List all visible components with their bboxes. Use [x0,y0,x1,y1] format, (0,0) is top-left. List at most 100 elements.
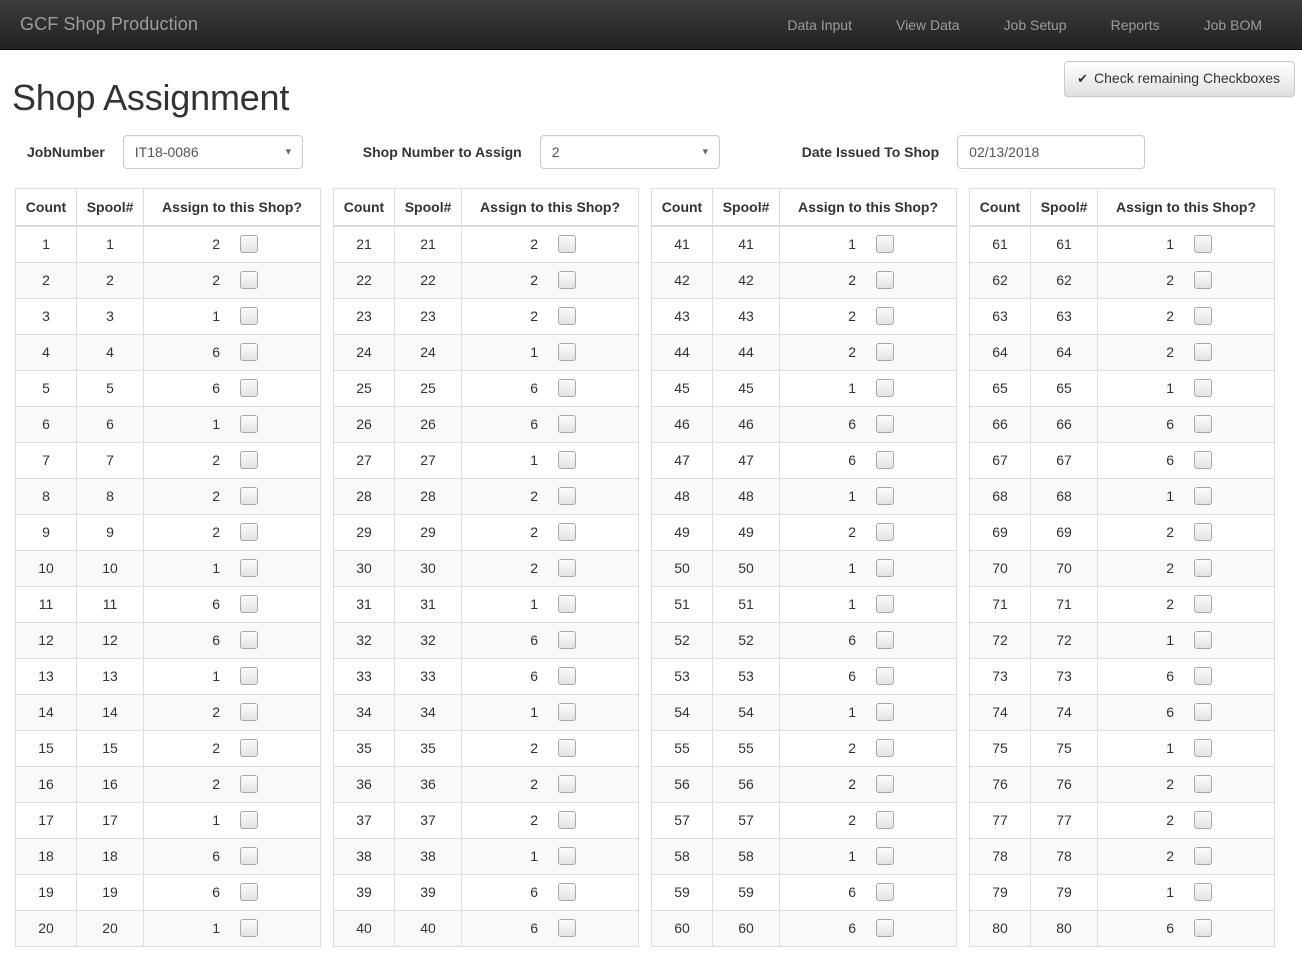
assign-checkbox[interactable] [240,415,258,433]
assign-checkbox[interactable] [240,343,258,361]
assign-checkbox[interactable] [1194,631,1212,649]
assign-checkbox[interactable] [876,235,894,253]
assign-cell-content: 2 [468,271,632,289]
shop-number-select[interactable]: 2 ▼ [540,135,720,169]
assign-checkbox[interactable] [1194,703,1212,721]
assign-checkbox[interactable] [558,667,576,685]
assign-checkbox[interactable] [1194,919,1212,937]
nav-link-reports[interactable]: Reports [1089,0,1182,50]
table-row: 23232 [334,298,639,334]
nav-link-job-setup[interactable]: Job Setup [982,0,1089,50]
assign-checkbox[interactable] [558,451,576,469]
assign-checkbox[interactable] [558,775,576,793]
assign-checkbox[interactable] [558,919,576,937]
nav-link-job-bom[interactable]: Job BOM [1182,0,1284,50]
assign-checkbox[interactable] [558,739,576,757]
assign-checkbox[interactable] [876,739,894,757]
nav-link-data-input[interactable]: Data Input [765,0,874,50]
assign-checkbox[interactable] [240,631,258,649]
assign-checkbox[interactable] [876,847,894,865]
assign-checkbox[interactable] [1194,775,1212,793]
assign-checkbox[interactable] [876,451,894,469]
assign-checkbox[interactable] [558,631,576,649]
assign-checkbox[interactable] [240,739,258,757]
assign-checkbox[interactable] [1194,739,1212,757]
assign-checkbox[interactable] [876,667,894,685]
assign-checkbox[interactable] [240,595,258,613]
assign-checkbox[interactable] [876,703,894,721]
assign-checkbox[interactable] [1194,487,1212,505]
assign-checkbox[interactable] [1194,271,1212,289]
assign-checkbox[interactable] [240,451,258,469]
assign-checkbox[interactable] [240,523,258,541]
brand-title[interactable]: GCF Shop Production [14,14,204,35]
assign-checkbox[interactable] [876,883,894,901]
assign-checkbox[interactable] [558,235,576,253]
assign-checkbox[interactable] [240,811,258,829]
assign-checkbox[interactable] [558,847,576,865]
assign-checkbox[interactable] [240,559,258,577]
assign-checkbox[interactable] [876,307,894,325]
assign-checkbox[interactable] [1194,415,1212,433]
assign-checkbox[interactable] [1194,307,1212,325]
assign-checkbox[interactable] [1194,523,1212,541]
cell-count: 3 [16,298,77,334]
assign-checkbox[interactable] [1194,595,1212,613]
assign-checkbox[interactable] [240,775,258,793]
assign-checkbox[interactable] [1194,451,1212,469]
assign-checkbox[interactable] [876,487,894,505]
job-number-select[interactable]: IT18-0086 ▼ [123,135,303,169]
assign-checkbox[interactable] [1194,343,1212,361]
assign-checkbox[interactable] [876,811,894,829]
assign-checkbox[interactable] [876,523,894,541]
assign-checkbox[interactable] [558,811,576,829]
assign-checkbox[interactable] [240,667,258,685]
assign-checkbox[interactable] [876,559,894,577]
assign-checkbox[interactable] [558,559,576,577]
assign-checkbox[interactable] [1194,847,1212,865]
assign-cell-content: 2 [786,775,950,793]
date-issued-input[interactable] [957,135,1145,169]
assign-checkbox[interactable] [240,919,258,937]
assign-checkbox[interactable] [876,379,894,397]
assign-checkbox[interactable] [876,343,894,361]
assign-checkbox[interactable] [876,595,894,613]
cell-spool: 74 [1031,694,1098,730]
assign-checkbox[interactable] [558,271,576,289]
assign-checkbox[interactable] [558,487,576,505]
assign-checkbox[interactable] [1194,883,1212,901]
table-row: 67676 [970,442,1275,478]
assign-checkbox[interactable] [240,307,258,325]
assign-checkbox[interactable] [876,631,894,649]
check-remaining-checkboxes-button[interactable]: ✔Check remaining Checkboxes [1064,61,1295,97]
assign-checkbox[interactable] [558,523,576,541]
assign-checkbox[interactable] [240,235,258,253]
cell-count: 65 [970,370,1031,406]
assign-checkbox[interactable] [876,775,894,793]
assign-checkbox[interactable] [240,883,258,901]
assign-checkbox[interactable] [240,271,258,289]
table-row: 61611 [970,226,1275,262]
assign-checkbox[interactable] [876,919,894,937]
assign-checkbox[interactable] [240,847,258,865]
assign-checkbox[interactable] [1194,811,1212,829]
assign-checkbox[interactable] [558,307,576,325]
table-row: 13131 [16,658,321,694]
assign-checkbox[interactable] [876,415,894,433]
assign-checkbox[interactable] [1194,559,1212,577]
assign-checkbox[interactable] [1194,235,1212,253]
column-header-count: Count [334,189,395,227]
assign-checkbox[interactable] [1194,379,1212,397]
assign-checkbox[interactable] [558,883,576,901]
assign-checkbox[interactable] [558,379,576,397]
assign-checkbox[interactable] [558,703,576,721]
assign-checkbox[interactable] [558,595,576,613]
assign-checkbox[interactable] [558,343,576,361]
assign-checkbox[interactable] [876,271,894,289]
nav-link-view-data[interactable]: View Data [874,0,982,50]
assign-checkbox[interactable] [1194,667,1212,685]
assign-checkbox[interactable] [558,415,576,433]
assign-checkbox[interactable] [240,703,258,721]
assign-checkbox[interactable] [240,379,258,397]
assign-checkbox[interactable] [240,487,258,505]
